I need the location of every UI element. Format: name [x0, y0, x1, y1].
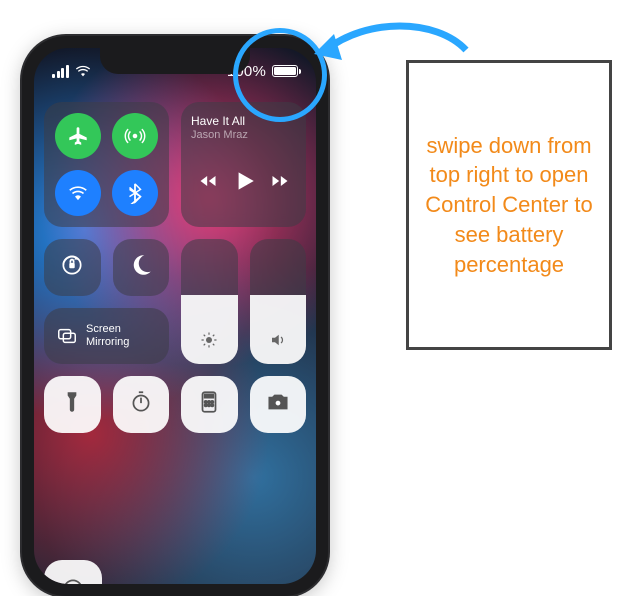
- volume-icon: [269, 331, 287, 354]
- brightness-slider[interactable]: [181, 239, 238, 364]
- screen-mirroring-button[interactable]: Screen Mirroring: [44, 308, 169, 365]
- camera-icon: [265, 389, 291, 415]
- camera-button[interactable]: [250, 376, 307, 433]
- wifi-icon: [67, 182, 89, 204]
- instruction-callout: swipe down from top right to open Contro…: [406, 60, 612, 350]
- calculator-button[interactable]: [181, 376, 238, 433]
- music-artist: Jason Mraz: [191, 129, 296, 141]
- wifi-status-icon: [75, 65, 91, 77]
- orientation-lock-button[interactable]: [44, 239, 101, 296]
- brightness-icon: [200, 331, 218, 354]
- calculator-icon: [196, 389, 222, 415]
- instruction-text: swipe down from top right to open Contro…: [425, 131, 593, 279]
- cellular-signal-icon: [52, 65, 69, 78]
- bluetooth-button[interactable]: [112, 170, 158, 216]
- home-button[interactable]: [44, 560, 102, 584]
- music-prev-button[interactable]: [198, 171, 218, 196]
- moon-icon: [128, 252, 154, 278]
- notch: [100, 48, 250, 74]
- backward-icon: [198, 171, 218, 191]
- cellular-icon: [124, 125, 146, 147]
- volume-slider[interactable]: [250, 239, 307, 364]
- flashlight-icon: [59, 389, 85, 415]
- bluetooth-icon: [124, 182, 146, 204]
- do-not-disturb-button[interactable]: [113, 239, 170, 296]
- timer-icon: [128, 389, 154, 415]
- phone-frame: 100%: [22, 36, 328, 596]
- play-icon: [231, 168, 257, 194]
- wifi-button[interactable]: [55, 170, 101, 216]
- orientation-lock-icon: [59, 252, 85, 278]
- cellular-data-button[interactable]: [112, 113, 158, 159]
- airplane-mode-button[interactable]: [55, 113, 101, 159]
- phone-screen: 100%: [34, 48, 316, 584]
- music-tile[interactable]: Have It All Jason Mraz: [181, 102, 306, 227]
- screen-mirroring-icon: [56, 325, 78, 347]
- flashlight-button[interactable]: [44, 376, 101, 433]
- timer-button[interactable]: [113, 376, 170, 433]
- airplane-icon: [67, 125, 89, 147]
- music-play-button[interactable]: [231, 168, 257, 199]
- control-center: Have It All Jason Mraz: [44, 102, 306, 433]
- music-next-button[interactable]: [270, 171, 290, 196]
- home-icon: [60, 576, 86, 584]
- battery-icon: [272, 65, 298, 77]
- screen-mirroring-label: Screen Mirroring: [86, 323, 129, 348]
- forward-icon: [270, 171, 290, 191]
- music-track-title: Have It All: [191, 114, 296, 128]
- connectivity-tile[interactable]: [44, 102, 169, 227]
